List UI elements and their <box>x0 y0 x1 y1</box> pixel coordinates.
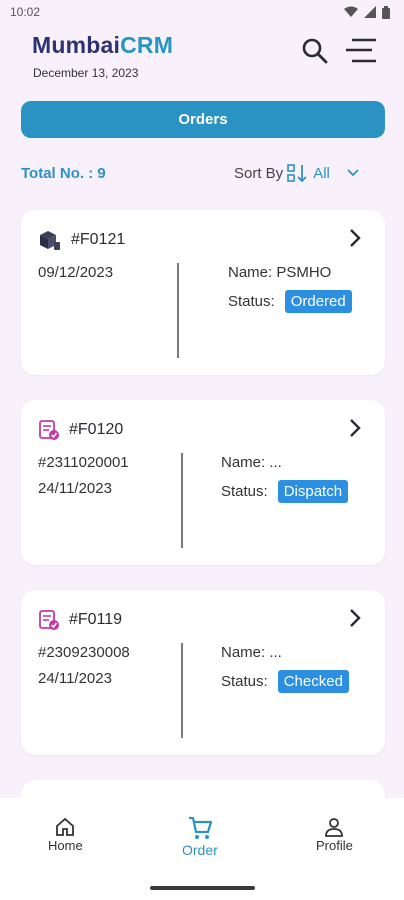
total-count: Total No. : 9 <box>21 165 106 182</box>
card-divider <box>181 643 183 738</box>
chevron-right-icon[interactable] <box>343 606 367 630</box>
status-icons <box>344 5 390 19</box>
order-status-row: Status: Ordered <box>228 290 352 313</box>
chevron-down-icon <box>347 169 359 177</box>
app-header: MumbaiCRM December 13, 2023 <box>0 24 404 94</box>
order-reference: #2309230008 <box>38 644 130 661</box>
sort-value: All <box>313 164 330 182</box>
brand-main: Mumbai <box>32 32 121 58</box>
order-date: 09/12/2023 <box>38 264 114 281</box>
current-date: December 13, 2023 <box>33 66 139 80</box>
chevron-right-icon[interactable] <box>343 416 367 440</box>
status-bar: 10:02 <box>0 0 404 24</box>
status-badge: Checked <box>277 670 349 693</box>
order-id: #F0119 <box>69 611 123 628</box>
card-divider <box>177 263 179 358</box>
signal-icon <box>364 6 376 18</box>
nav-home[interactable]: Home <box>48 816 83 853</box>
order-date: 24/11/2023 <box>38 480 112 497</box>
status-badge: Ordered <box>284 290 352 313</box>
sort-label: Sort By <box>234 164 284 182</box>
menu-icon[interactable] <box>342 36 380 66</box>
orders-button[interactable]: Orders <box>21 101 385 138</box>
order-name: Name: PSMHO <box>228 264 332 281</box>
home-indicator[interactable] <box>150 886 255 890</box>
chevron-right-icon[interactable] <box>343 226 367 250</box>
status-label: Status: <box>221 673 268 690</box>
battery-icon <box>382 5 390 19</box>
sort-dropdown[interactable]: Sort By All <box>234 164 360 182</box>
order-name: Name: ... <box>221 454 282 471</box>
profile-icon <box>325 818 344 837</box>
search-icon[interactable] <box>300 36 330 66</box>
wifi-icon <box>344 6 358 17</box>
order-card[interactable]: #F0120 #2311020001 24/11/2023 Name: ... … <box>21 400 385 565</box>
home-icon <box>56 817 75 836</box>
card-divider <box>181 453 183 548</box>
bottom-nav: Home Order Profile <box>0 798 404 900</box>
status-badge: Dispatch <box>277 480 349 503</box>
order-id: #F0121 <box>71 231 126 248</box>
nav-profile-label: Profile <box>316 838 353 853</box>
sort-icon <box>287 164 307 182</box>
order-reference: #2311020001 <box>38 454 129 471</box>
status-label: Status: <box>221 483 268 500</box>
cart-icon <box>188 816 212 839</box>
order-status-row: Status: Checked <box>221 670 349 693</box>
brand-accent: CRM <box>120 32 174 58</box>
order-card[interactable]: #F0119 #2309230008 24/11/2023 Name: ... … <box>21 590 385 755</box>
order-status-row: Status: Dispatch <box>221 480 349 503</box>
nav-profile[interactable]: Profile <box>316 816 353 853</box>
order-id: #F0120 <box>69 421 124 438</box>
package-icon <box>40 231 60 250</box>
nav-order[interactable]: Order <box>182 814 218 858</box>
app-brand: MumbaiCRM <box>32 32 173 59</box>
order-date: 24/11/2023 <box>38 670 112 687</box>
nav-order-label: Order <box>182 842 218 858</box>
status-time: 10:02 <box>10 5 41 19</box>
status-label: Status: <box>228 293 275 310</box>
order-check-icon <box>39 420 59 440</box>
nav-home-label: Home <box>48 838 83 853</box>
order-name: Name: ... <box>221 644 282 661</box>
order-card[interactable]: #F0121 09/12/2023 Name: PSMHO Status: Or… <box>21 210 385 375</box>
order-check-icon <box>39 610 59 630</box>
